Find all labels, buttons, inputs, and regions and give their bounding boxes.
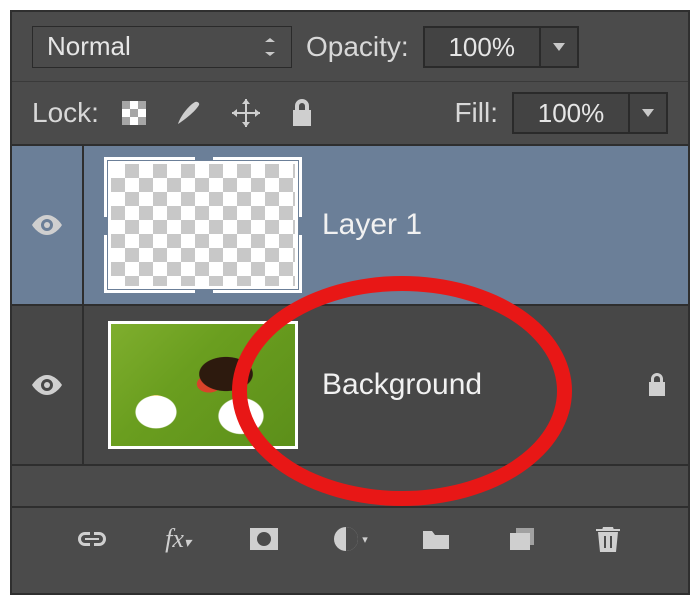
- layer-row[interactable]: Layer 1: [12, 146, 688, 306]
- layer-name[interactable]: Background: [322, 368, 482, 402]
- visibility-toggle[interactable]: [12, 146, 84, 304]
- lock-transparency-button[interactable]: [113, 92, 155, 134]
- chevron-down-icon: [642, 109, 654, 117]
- layer-thumbnail[interactable]: [108, 321, 298, 449]
- lock-label: Lock:: [32, 97, 99, 129]
- opacity-input[interactable]: 100%: [423, 26, 541, 68]
- layer-toolbar: fx▾ ▾: [12, 506, 688, 570]
- new-group-button[interactable]: [415, 518, 457, 560]
- adjustment-layer-button[interactable]: ▾: [329, 518, 371, 560]
- chevron-down-icon: [263, 38, 277, 56]
- lock-pixels-button[interactable]: [169, 92, 211, 134]
- fill-label: Fill:: [454, 97, 498, 129]
- blend-mode-select[interactable]: Normal: [32, 26, 292, 68]
- layer-mask-button[interactable]: [243, 518, 285, 560]
- lock-position-button[interactable]: [225, 92, 267, 134]
- eye-icon: [29, 213, 65, 237]
- lock-fill-row: Lock: Fill: 100%: [12, 82, 688, 146]
- new-layer-button[interactable]: [501, 518, 543, 560]
- opacity-label: Opacity:: [306, 31, 409, 63]
- visibility-toggle[interactable]: [12, 306, 84, 464]
- link-layers-button[interactable]: [71, 518, 113, 560]
- layer-style-button[interactable]: fx▾: [157, 518, 199, 560]
- lock-all-button[interactable]: [281, 92, 323, 134]
- selection-marquee: [104, 157, 302, 293]
- opacity-dropdown-button[interactable]: [541, 26, 579, 68]
- layer-thumbnail[interactable]: [108, 161, 298, 289]
- layer-name[interactable]: Layer 1: [322, 208, 422, 242]
- layers-panel: Normal Opacity: 100% Lock: Fill: 100%: [10, 10, 690, 595]
- eye-icon: [29, 373, 65, 397]
- layers-list: Layer 1 Background: [12, 146, 688, 506]
- delete-layer-button[interactable]: [587, 518, 629, 560]
- lock-icon: [646, 372, 668, 398]
- layer-row[interactable]: Background: [12, 306, 688, 466]
- fill-input[interactable]: 100%: [512, 92, 630, 134]
- fill-dropdown-button[interactable]: [630, 92, 668, 134]
- blend-mode-value: Normal: [47, 31, 131, 62]
- blend-opacity-row: Normal Opacity: 100%: [12, 12, 688, 82]
- chevron-down-icon: [553, 43, 565, 51]
